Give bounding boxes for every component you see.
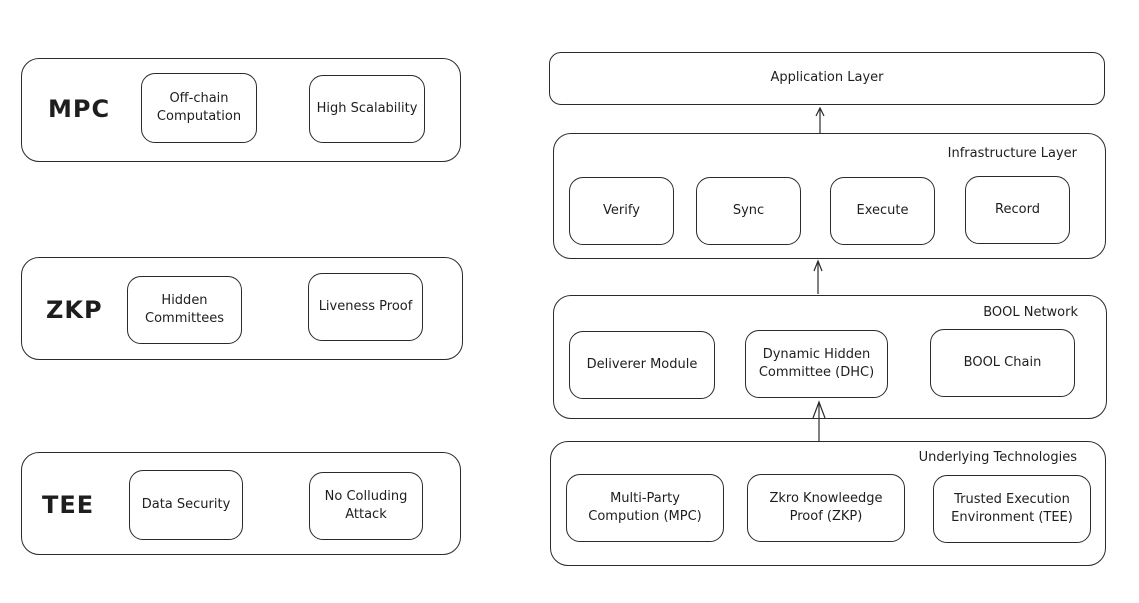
module-execute: Execute: [830, 177, 935, 245]
module-record: Record: [965, 176, 1070, 244]
arrow-infra-to-application: [815, 106, 825, 133]
feature-data-security: Data Security: [129, 470, 243, 540]
underlying-technologies-title: Underlying Technologies: [918, 450, 1077, 465]
module-bool-chain: BOOL Chain: [930, 329, 1075, 397]
mpc-card: MPC Off-chain Computation High Scalabili…: [21, 58, 461, 162]
bool-network: BOOL Network Deliverer Module Dynamic Hi…: [553, 295, 1107, 419]
feature-hidden-committees: Hidden Committees: [127, 276, 242, 344]
module-trusted-execution-environment: Trusted Execution Environment (TEE): [933, 475, 1091, 543]
feature-high-scalability: High Scalability: [309, 75, 425, 143]
module-zero-knowledge-proof: Zkro Knowleedge Proof (ZKP): [747, 474, 905, 542]
tee-card: TEE Data Security No Colluding Attack: [21, 452, 461, 555]
feature-liveness-proof: Liveness Proof: [308, 273, 423, 341]
infrastructure-layer: Infrastructure Layer Verify Sync Execute…: [553, 133, 1106, 259]
infrastructure-layer-title: Infrastructure Layer: [947, 146, 1077, 161]
tech-label-mpc: MPC: [48, 95, 111, 123]
tech-label-tee: TEE: [42, 491, 95, 519]
module-dynamic-hidden-committee: Dynamic Hidden Committee (DHC): [745, 330, 888, 398]
feature-off-chain-computation: Off-chain Computation: [141, 73, 257, 143]
application-layer: Application Layer: [549, 52, 1105, 105]
tech-label-zkp: ZKP: [46, 296, 103, 324]
module-multi-party-computation: Multi-Party Compution (MPC): [566, 474, 724, 542]
underlying-technologies: Underlying Technologies Multi-Party Comp…: [550, 441, 1106, 566]
arrow-tech-to-bool: [812, 400, 826, 441]
feature-no-colluding-attack: No Colluding Attack: [309, 472, 423, 540]
module-sync: Sync: [696, 177, 801, 245]
bool-network-title: BOOL Network: [983, 305, 1078, 320]
arrow-bool-to-infra: [813, 259, 823, 294]
zkp-card: ZKP Hidden Committees Liveness Proof: [21, 257, 463, 360]
module-verify: Verify: [569, 177, 674, 245]
application-layer-title: Application Layer: [770, 70, 884, 85]
module-deliverer: Deliverer Module: [569, 331, 715, 399]
